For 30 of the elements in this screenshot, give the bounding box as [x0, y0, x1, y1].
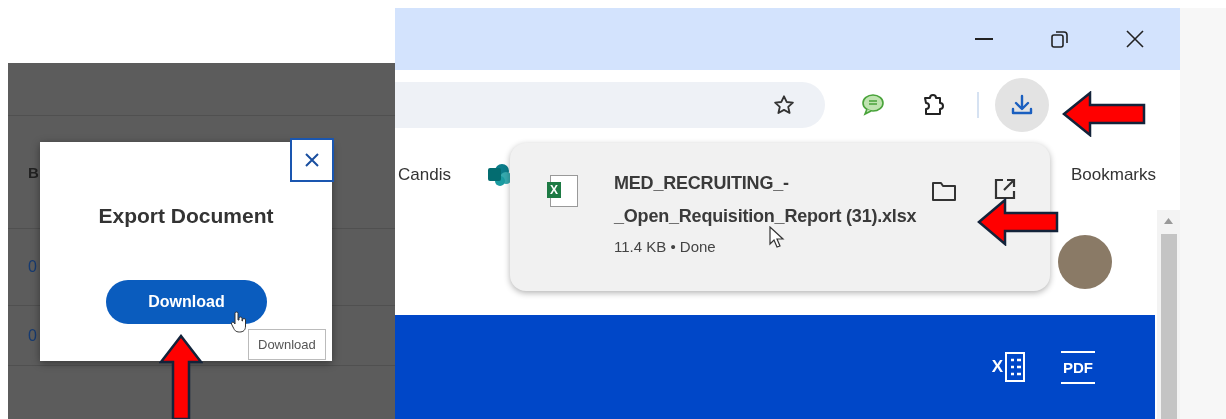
bookmarks-folder[interactable]: Bookmarks	[1070, 165, 1156, 185]
profile-avatar[interactable]	[1058, 235, 1112, 289]
file-name[interactable]: MED_RECRUITING_-	[614, 167, 974, 200]
scrollbar[interactable]	[1157, 210, 1180, 419]
star-icon[interactable]	[773, 94, 795, 116]
download-icon	[1010, 93, 1034, 117]
sharepoint-icon[interactable]	[486, 163, 513, 187]
downloads-button[interactable]	[995, 78, 1049, 132]
puzzle-piece-icon[interactable]	[921, 93, 945, 117]
scroll-up-icon[interactable]	[1164, 218, 1173, 224]
export-pdf-button[interactable]: PDF	[1061, 350, 1095, 384]
tooltip: Download	[248, 329, 326, 360]
hand-cursor-icon	[230, 311, 248, 333]
close-icon[interactable]	[1126, 30, 1144, 48]
folder-icon[interactable]	[931, 180, 957, 202]
file-name[interactable]: _Open_Requisition_Report (31).xlsx	[614, 200, 974, 233]
download-button[interactable]: Download	[106, 280, 267, 324]
spreadsheet-file-icon: X	[550, 175, 578, 207]
open-external-icon[interactable]	[993, 177, 1017, 201]
mouse-cursor-icon	[769, 226, 785, 248]
restore-icon[interactable]	[1051, 30, 1068, 48]
close-icon	[304, 152, 320, 168]
close-button[interactable]	[290, 138, 334, 182]
table-cell: 0	[28, 258, 37, 276]
table-cell: 0	[28, 326, 37, 345]
table-header-cell: B	[28, 163, 39, 181]
download-status: 11.4 KB • Done	[614, 238, 717, 255]
bookmark-item[interactable]: Candis	[398, 165, 451, 185]
dialog-title: Export Document	[97, 204, 275, 228]
chat-bubble-icon[interactable]	[861, 94, 885, 116]
